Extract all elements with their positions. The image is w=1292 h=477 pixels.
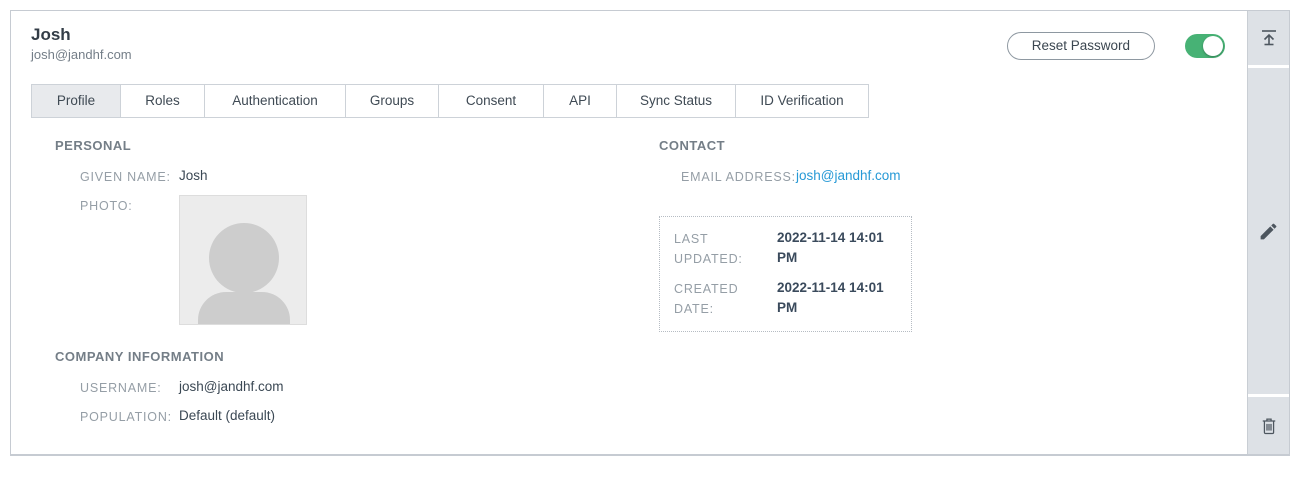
profile-left-column: PERSONAL GIVEN NAME: Josh PHOTO: COMPANY… <box>55 138 659 435</box>
rail-middle-segment <box>1248 68 1289 394</box>
created-date-value: 2022-11-14 14:01 PM <box>777 280 884 315</box>
username-label: USERNAME: <box>80 381 162 395</box>
given-name-row: GIVEN NAME: Josh <box>55 166 659 187</box>
population-row: POPULATION: Default (default) <box>55 406 659 427</box>
username-value: josh@jandhf.com <box>179 379 284 394</box>
company-section-title: COMPANY INFORMATION <box>55 349 225 364</box>
person-silhouette-icon <box>198 223 290 324</box>
tab-profile[interactable]: Profile <box>31 84 121 118</box>
email-row: EMAIL ADDRESS: josh@jandhf.com <box>659 166 1247 187</box>
scroll-to-top-button[interactable] <box>1248 11 1289 65</box>
user-tabs: Profile Roles Authentication Groups Cons… <box>31 84 1247 118</box>
delete-user-button[interactable] <box>1248 397 1289 454</box>
toggle-knob <box>1203 36 1223 56</box>
last-updated-value: 2022-11-14 14:01 PM <box>777 230 884 265</box>
user-header: Josh josh@jandhf.com Reset Password <box>11 11 1247 64</box>
rail-bottom-segment <box>1248 397 1289 454</box>
tab-roles-label: Roles <box>145 93 180 108</box>
email-value-link[interactable]: josh@jandhf.com <box>796 166 901 186</box>
tab-groups-label: Groups <box>369 93 415 108</box>
action-rail <box>1247 11 1289 454</box>
created-date-row: CREATED DATE: 2022-11-14 14:01 PM <box>674 278 897 319</box>
tab-profile-label: Profile <box>56 93 96 108</box>
rail-top-segment <box>1248 11 1289 65</box>
user-detail-main: Josh josh@jandhf.com Reset Password Prof… <box>11 11 1247 454</box>
last-updated-label: LAST UPDATED: <box>674 232 743 266</box>
tab-sync-status-label: Sync Status <box>639 93 713 108</box>
photo-placeholder <box>179 195 307 325</box>
email-label: EMAIL ADDRESS: <box>681 170 796 184</box>
tab-id-verification-label: ID Verification <box>760 93 844 108</box>
photo-label: PHOTO: <box>80 199 133 213</box>
header-actions: Reset Password <box>1006 32 1225 60</box>
delete-icon <box>1262 418 1275 434</box>
population-label: POPULATION: <box>80 410 172 424</box>
reset-password-button[interactable]: Reset Password <box>1006 32 1155 60</box>
edit-icon <box>1260 223 1277 239</box>
user-detail-panel: Josh josh@jandhf.com Reset Password Prof… <box>10 10 1290 456</box>
tab-authentication-label: Authentication <box>232 93 318 108</box>
user-name-title: Josh <box>31 25 71 44</box>
user-enabled-toggle[interactable] <box>1185 34 1225 58</box>
username-row: USERNAME: josh@jandhf.com <box>55 377 659 398</box>
tab-authentication[interactable]: Authentication <box>204 84 346 118</box>
given-name-value: Josh <box>179 168 208 183</box>
tab-consent-label: Consent <box>465 93 517 108</box>
contact-section-title: CONTACT <box>659 138 726 153</box>
user-detail-page: Josh josh@jandhf.com Reset Password Prof… <box>0 0 1292 477</box>
last-updated-row: LAST UPDATED: 2022-11-14 14:01 PM <box>674 228 897 269</box>
edit-user-button[interactable] <box>1248 68 1289 394</box>
created-date-label: CREATED DATE: <box>674 282 739 316</box>
record-metadata-box: LAST UPDATED: 2022-11-14 14:01 PM CREATE… <box>659 216 912 332</box>
tab-api[interactable]: API <box>543 84 617 118</box>
population-value: Default (default) <box>179 408 276 423</box>
tab-groups[interactable]: Groups <box>345 84 439 118</box>
profile-right-column: CONTACT EMAIL ADDRESS: josh@jandhf.com L… <box>659 138 1247 435</box>
tab-sync-status[interactable]: Sync Status <box>616 84 736 118</box>
tab-consent[interactable]: Consent <box>438 84 544 118</box>
personal-section-title: PERSONAL <box>55 138 132 153</box>
photo-row: PHOTO: <box>55 195 659 341</box>
given-name-label: GIVEN NAME: <box>80 170 171 184</box>
user-email-subtitle: josh@jandhf.com <box>31 47 132 62</box>
tab-api-label: API <box>569 93 591 108</box>
tab-roles[interactable]: Roles <box>120 84 205 118</box>
profile-tab-content: PERSONAL GIVEN NAME: Josh PHOTO: COMPANY… <box>11 118 1247 435</box>
scroll-to-top-icon <box>1261 30 1276 46</box>
tab-id-verification[interactable]: ID Verification <box>735 84 869 118</box>
user-identity: Josh josh@jandhf.com <box>31 24 132 64</box>
